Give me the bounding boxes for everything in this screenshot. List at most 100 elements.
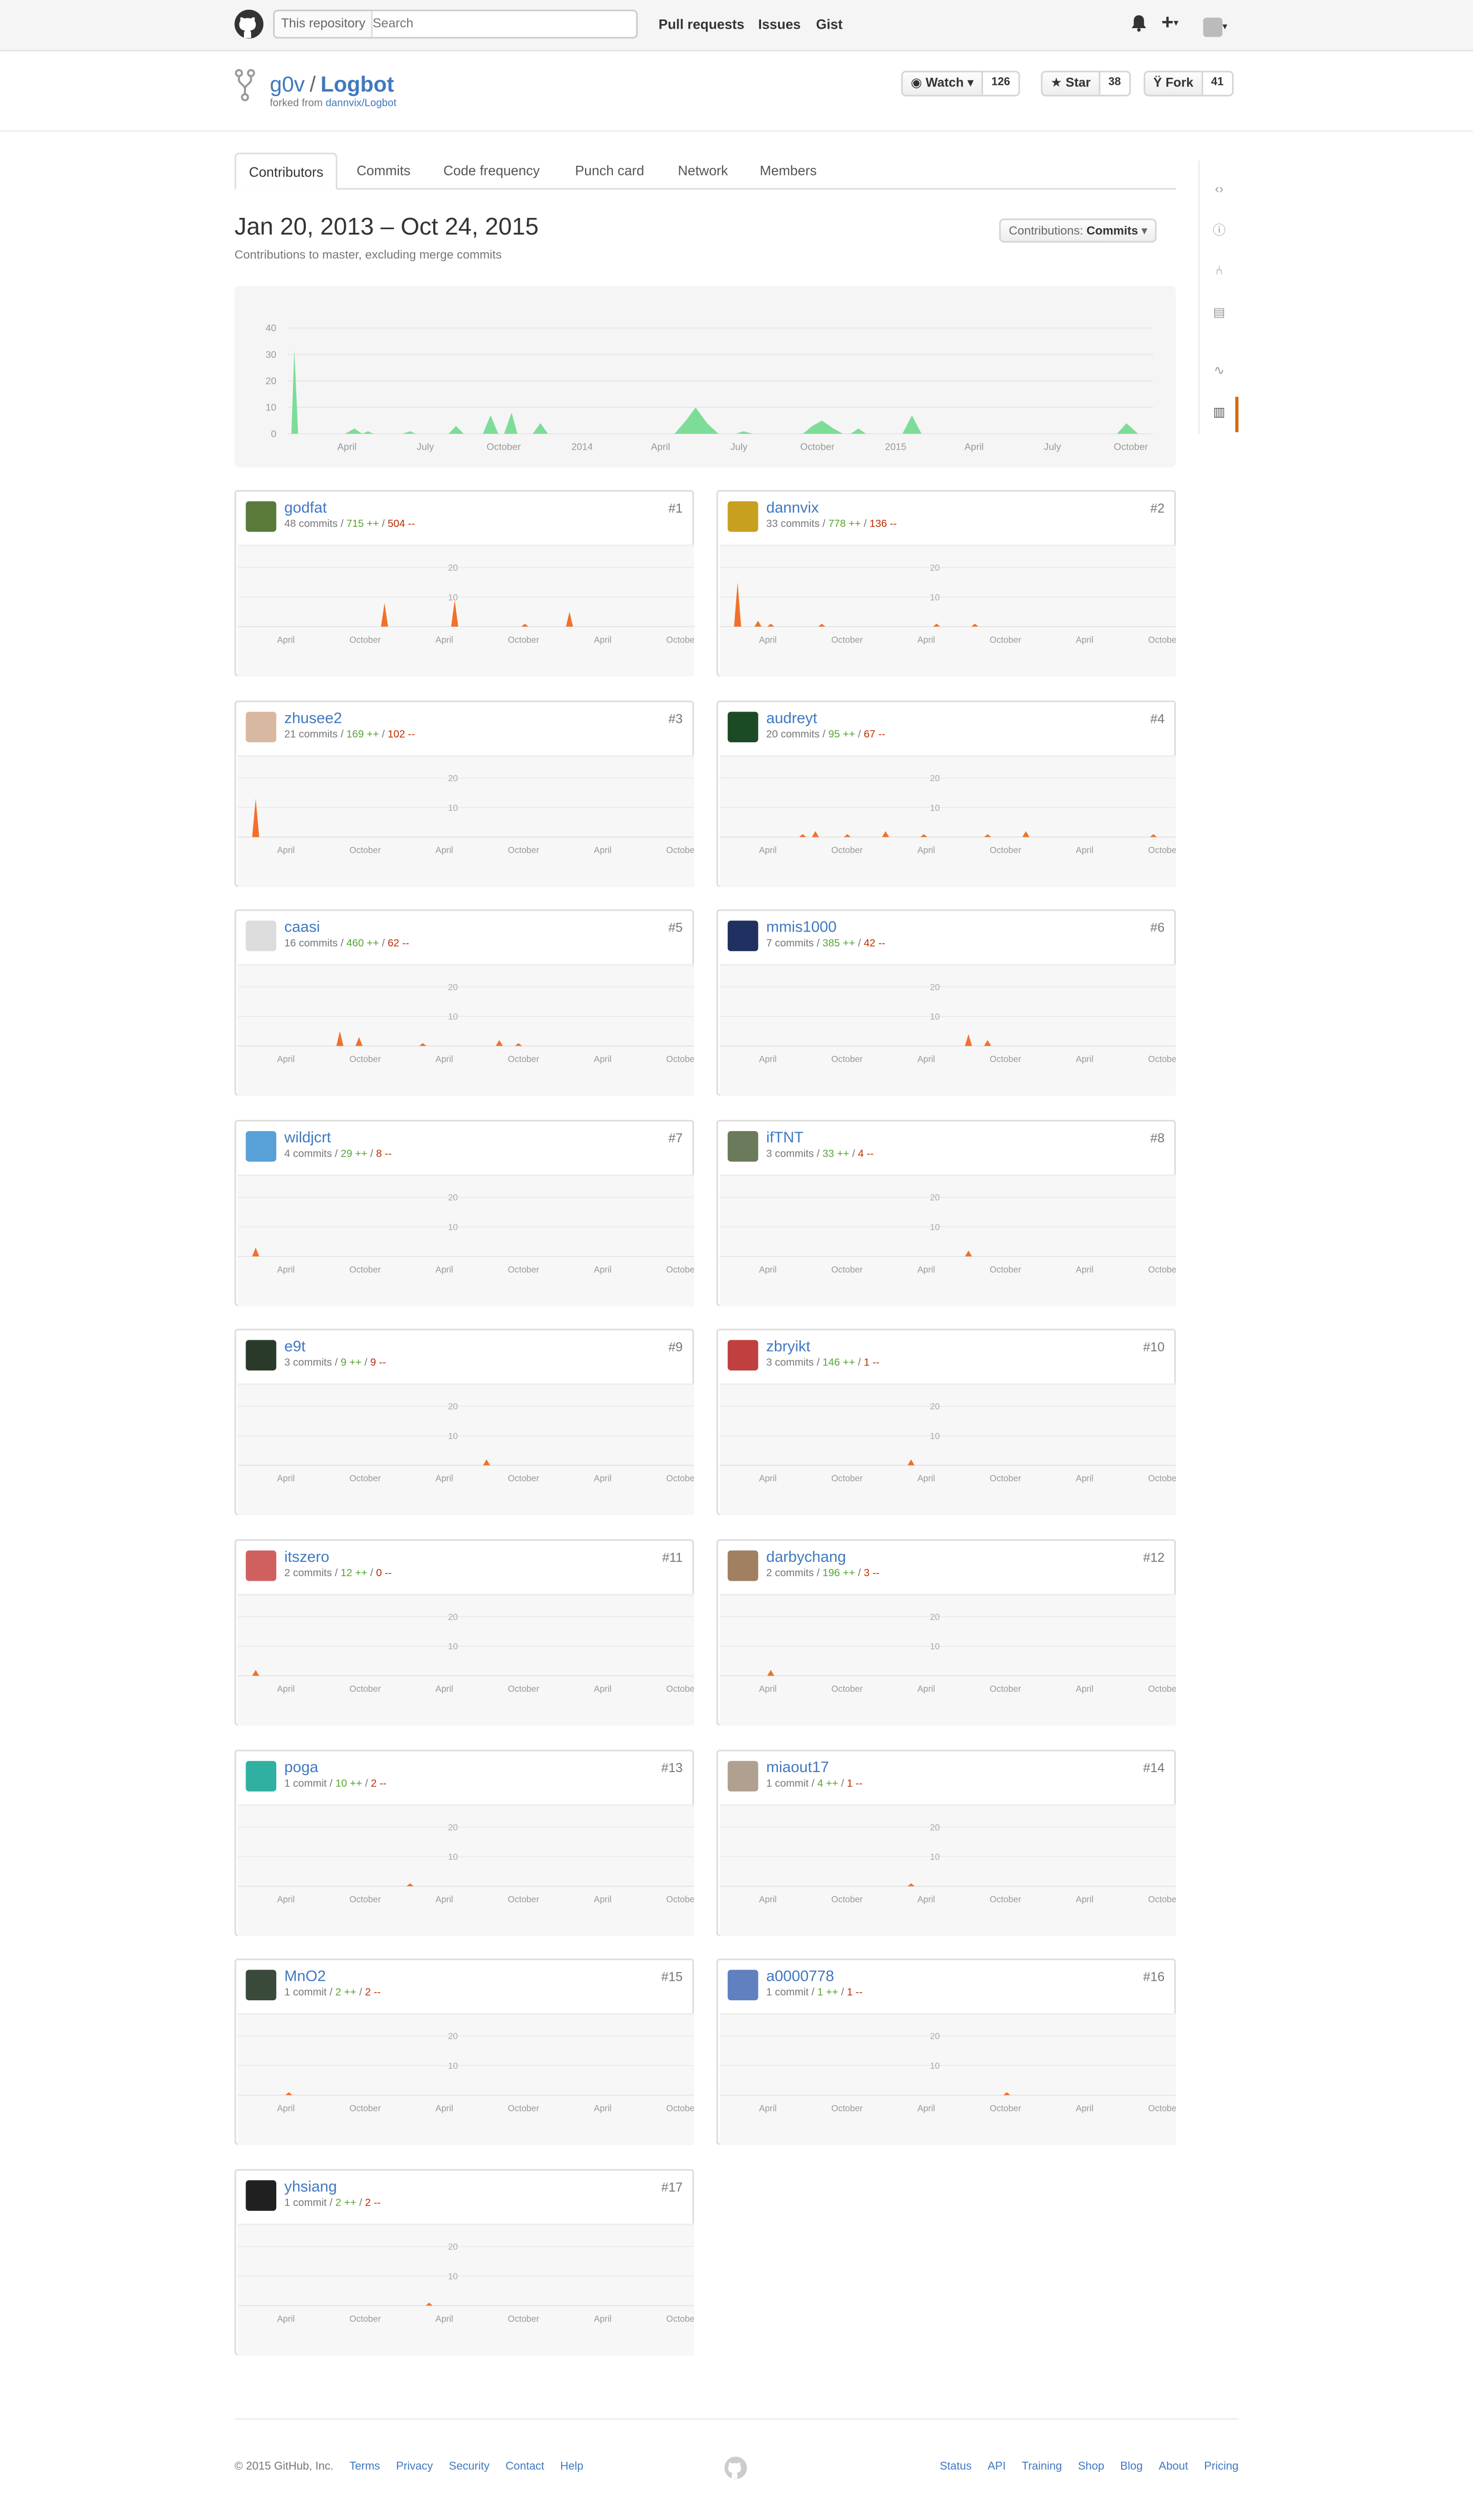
avatar[interactable] xyxy=(727,1970,758,2001)
footer-link-blog[interactable]: Blog xyxy=(1120,2462,1143,2473)
nav-issues[interactable]: Issues xyxy=(758,16,800,32)
footer-link-privacy[interactable]: Privacy xyxy=(396,2462,433,2473)
avatar[interactable] xyxy=(246,1970,277,2001)
pulse-icon[interactable]: ∿ xyxy=(1210,362,1229,381)
create-new-menu[interactable]: +▾ xyxy=(1162,10,1178,34)
tab-punch-card[interactable]: Punch card xyxy=(575,152,644,188)
contributor-name-link[interactable]: caasi xyxy=(284,919,320,937)
contributor-commit-graph[interactable]: 10 20 April October April October April October xyxy=(237,1803,694,1936)
tab-commits[interactable]: Commits xyxy=(356,152,410,188)
tab-members[interactable]: Members xyxy=(760,152,817,188)
footer-link-help[interactable]: Help xyxy=(560,2462,583,2473)
contributor-commit-graph[interactable]: 10 20 April October April October April October xyxy=(237,754,694,887)
overview-commit-graph[interactable]: 0 10 20 30 40 April July October 2014 April July Oc… xyxy=(234,286,1176,468)
tab-code-frequency[interactable]: Code frequency xyxy=(443,152,540,188)
commit-count-link[interactable]: 1 commit xyxy=(284,1988,327,1999)
avatar[interactable] xyxy=(727,711,758,742)
footer-link-training[interactable]: Training xyxy=(1022,2462,1062,2473)
contributor-commit-graph[interactable]: 10 20 April October April October April October xyxy=(720,1174,1176,1306)
contributor-name-link[interactable]: yhsiang xyxy=(284,2178,337,2196)
footer-link-api[interactable]: API xyxy=(988,2462,1006,2473)
avatar[interactable] xyxy=(246,501,277,532)
contributor-name-link[interactable]: miaout17 xyxy=(766,1759,829,1777)
footer-link-contact[interactable]: Contact xyxy=(505,2462,544,2473)
contributor-commit-graph[interactable]: 10 20 April October April October April October xyxy=(237,964,694,1096)
avatar[interactable] xyxy=(727,501,758,532)
graph-icon[interactable]: ▥ xyxy=(1210,403,1229,423)
code-icon[interactable]: ‹› xyxy=(1210,180,1229,200)
commit-count-link[interactable]: 48 commits xyxy=(284,519,338,530)
commit-count-link[interactable]: 1 commit xyxy=(766,1778,809,1789)
pull-request-icon[interactable]: ⑃ xyxy=(1210,262,1229,281)
avatar[interactable] xyxy=(727,1760,758,1791)
contributor-name-link[interactable]: itszero xyxy=(284,1549,329,1567)
contributor-commit-graph[interactable]: 10 20 April October April October April October xyxy=(237,1384,694,1516)
commit-count-link[interactable]: 3 commits xyxy=(284,1358,332,1369)
wiki-icon[interactable]: ▤ xyxy=(1210,304,1229,323)
footer-link-about[interactable]: About xyxy=(1159,2462,1188,2473)
notifications-bell-icon[interactable] xyxy=(1131,14,1147,32)
contributor-commit-graph[interactable]: 10 20 April October April October April October xyxy=(720,544,1176,677)
nav-pull-requests[interactable]: Pull requests xyxy=(659,16,745,32)
commit-count-link[interactable]: 21 commits xyxy=(284,729,338,740)
footer-link-pricing[interactable]: Pricing xyxy=(1204,2462,1238,2473)
search-input[interactable] xyxy=(368,11,635,37)
avatar[interactable] xyxy=(246,921,277,952)
footer-link-terms[interactable]: Terms xyxy=(349,2462,380,2473)
contributor-name-link[interactable]: MnO2 xyxy=(284,1969,326,1986)
commit-count-link[interactable]: 2 commits xyxy=(284,1568,332,1579)
contributor-commit-graph[interactable]: 10 20 April October April October April October xyxy=(720,964,1176,1096)
contributor-name-link[interactable]: poga xyxy=(284,1759,318,1777)
contributor-name-link[interactable]: a0000778 xyxy=(766,1969,834,1986)
contributor-commit-graph[interactable]: 10 20 April October April October April October xyxy=(720,1594,1176,1726)
commit-count-link[interactable]: 1 commit xyxy=(284,2198,327,2209)
github-mark-icon[interactable] xyxy=(724,2457,747,2480)
avatar[interactable] xyxy=(246,711,277,742)
avatar[interactable] xyxy=(246,1550,277,1581)
avatar[interactable] xyxy=(246,1131,277,1162)
contributor-commit-graph[interactable]: 10 20 April October April October April October xyxy=(237,1594,694,1726)
commit-count-link[interactable]: 33 commits xyxy=(766,519,819,530)
avatar[interactable] xyxy=(246,2180,277,2210)
repo-owner-link[interactable]: g0v xyxy=(270,72,305,96)
contributor-commit-graph[interactable]: 10 20 April October April October April October xyxy=(720,754,1176,887)
commit-count-link[interactable]: 7 commits xyxy=(766,939,814,950)
footer-link-security[interactable]: Security xyxy=(449,2462,489,2473)
commit-count-link[interactable]: 1 commit xyxy=(766,1988,809,1999)
contributor-commit-graph[interactable]: 10 20 April October April October April October xyxy=(237,544,694,677)
tab-contributors[interactable]: Contributors xyxy=(234,152,338,190)
avatar[interactable] xyxy=(727,1550,758,1581)
contributor-name-link[interactable]: dannvix xyxy=(766,500,819,518)
commit-count-link[interactable]: 1 commit xyxy=(284,1778,327,1789)
commit-count-link[interactable]: 3 commits xyxy=(766,1148,814,1160)
contributor-name-link[interactable]: darbychang xyxy=(766,1549,846,1567)
nav-gist[interactable]: Gist xyxy=(816,16,842,32)
avatar[interactable] xyxy=(246,1760,277,1791)
contributor-commit-graph[interactable]: 10 20 April October April October April October xyxy=(237,2013,694,2146)
user-menu[interactable]: ▾ xyxy=(1203,13,1228,42)
contributor-commit-graph[interactable]: 10 20 April October April October April October xyxy=(720,2013,1176,2146)
contributor-name-link[interactable]: e9t xyxy=(284,1339,306,1357)
watch-count[interactable]: 126 xyxy=(983,71,1020,97)
avatar[interactable] xyxy=(727,1131,758,1162)
fork-count[interactable]: 41 xyxy=(1203,71,1234,97)
commit-count-link[interactable]: 16 commits xyxy=(284,939,338,950)
commit-count-link[interactable]: 4 commits xyxy=(284,1148,332,1160)
contributor-name-link[interactable]: godfat xyxy=(284,500,327,518)
contributor-name-link[interactable]: wildjcrt xyxy=(284,1129,331,1147)
contributor-name-link[interactable]: mmis1000 xyxy=(766,919,837,937)
contributor-commit-graph[interactable]: 10 20 April October April October April October xyxy=(720,1384,1176,1516)
contributor-name-link[interactable]: zhusee2 xyxy=(284,710,342,727)
contributor-commit-graph[interactable]: 10 20 April October April October April October xyxy=(720,1803,1176,1936)
commit-count-link[interactable]: 3 commits xyxy=(766,1358,814,1369)
star-button[interactable]: ★ Star xyxy=(1041,71,1101,97)
issues-icon[interactable]: ⓘ xyxy=(1210,222,1229,241)
tab-network[interactable]: Network xyxy=(678,152,728,188)
watch-button[interactable]: ◉ Watch ▾ xyxy=(901,71,984,97)
star-count[interactable]: 38 xyxy=(1100,71,1131,97)
contributor-commit-graph[interactable]: 10 20 April October April October April October xyxy=(237,1174,694,1306)
avatar[interactable] xyxy=(727,1340,758,1372)
fork-button[interactable]: Ÿ Fork xyxy=(1144,71,1203,97)
contributor-commit-graph[interactable]: 10 20 April October April October April October xyxy=(237,2223,694,2355)
footer-link-status[interactable]: Status xyxy=(940,2462,971,2473)
